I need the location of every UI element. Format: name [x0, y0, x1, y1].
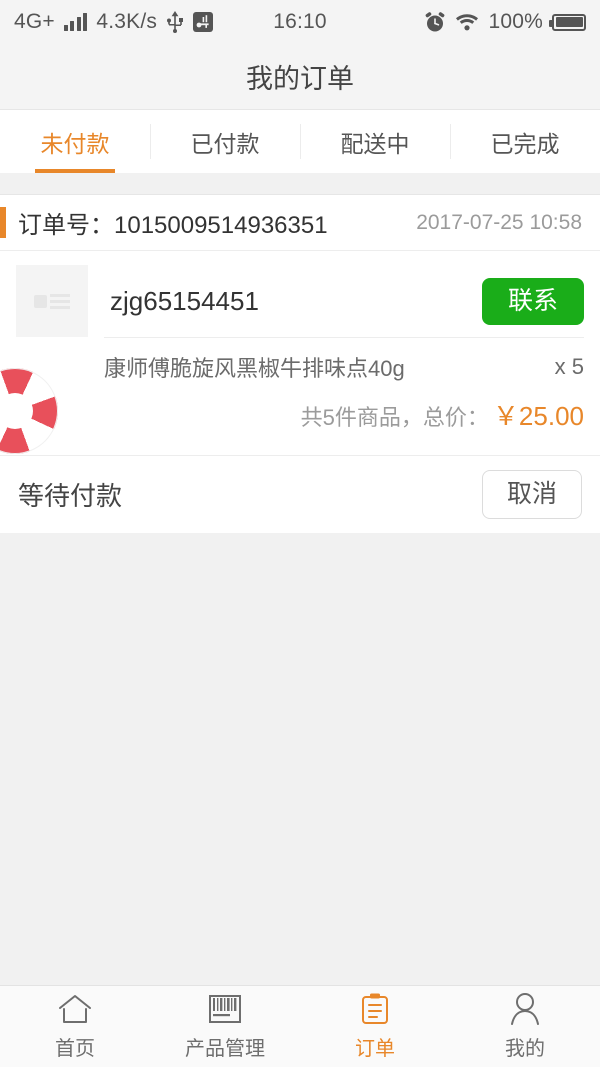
bottom-navigation: 首页 产品管理 订单 我的	[0, 985, 600, 1067]
order-status-row: 等待付款 取消	[0, 455, 600, 533]
page-title: 我的订单	[0, 44, 600, 110]
nav-item-product-management[interactable]: 产品管理	[150, 986, 300, 1067]
lifebuoy-product-image	[0, 368, 58, 454]
order-header-row: 订单号：1015009514936351 2017-07-25 10:58	[0, 195, 600, 251]
usb-icon	[166, 11, 184, 33]
order-number: 订单号：1015009514936351	[18, 212, 328, 239]
contact-button[interactable]: 联系	[481, 277, 584, 325]
vpn-key-icon	[193, 12, 214, 32]
order-date: 2017-07-25 10:58	[416, 210, 582, 234]
seller-name: zjg65154451	[110, 285, 259, 316]
broken-image-placeholder-icon	[16, 265, 88, 337]
product-name: 康师傅脆旋风黑椒牛排味点40g	[104, 356, 405, 381]
wifi-icon	[455, 12, 479, 32]
order-status-text: 等待付款	[18, 481, 123, 511]
order-status-tabs: 未付款 已付款 配送中 已完成	[0, 110, 600, 173]
product-row: 康师傅脆旋风黑椒牛排味点40g x 5	[104, 338, 584, 396]
empty-area	[0, 533, 600, 985]
nav-label-profile: 我的	[505, 1038, 545, 1060]
tabs-content-divider	[0, 173, 600, 195]
cancel-order-button[interactable]: 取消	[481, 470, 582, 519]
order-total-row: 共5件商品，总价： ￥25.00	[104, 396, 584, 455]
tab-unpaid[interactable]: 未付款	[0, 110, 150, 173]
status-bar: 4G+ 4.3K/s 16:10 100%	[0, 0, 600, 44]
nav-item-profile[interactable]: 我的	[450, 986, 600, 1067]
status-bar-left: 4G+ 4.3K/s	[14, 10, 214, 34]
network-speed-label: 4.3K/s	[96, 10, 158, 33]
status-bar-right: 100%	[424, 10, 586, 34]
battery-percent-label: 100%	[488, 10, 543, 33]
nav-label-product-management: 产品管理	[185, 1038, 265, 1060]
battery-full-icon	[549, 13, 586, 31]
nav-item-orders[interactable]: 订单	[300, 986, 450, 1067]
product-section: 康师傅脆旋风黑椒牛排味点40g x 5 共5件商品，总价： ￥25.00	[0, 337, 600, 455]
product-quantity: x 5	[554, 354, 584, 379]
nav-label-orders: 订单	[355, 1038, 395, 1060]
app-screen: 4G+ 4.3K/s 16:10 100% 我的订单 未付款 已付款 配送中 已…	[0, 0, 600, 1067]
order-total-label: 共5件商品，总价：	[300, 405, 489, 430]
alarm-clock-icon	[424, 11, 446, 33]
home-icon	[57, 992, 93, 1026]
order-card[interactable]: 订单号：1015009514936351 2017-07-25 10:58 zj…	[0, 195, 600, 533]
person-icon	[509, 992, 541, 1026]
signal-bars-icon	[63, 13, 88, 31]
tab-paid[interactable]: 已付款	[150, 110, 300, 173]
order-total-price: ￥25.00	[492, 401, 584, 431]
nav-label-home: 首页	[55, 1038, 95, 1060]
tab-shipping[interactable]: 配送中	[300, 110, 450, 173]
barcode-icon	[208, 992, 242, 1026]
network-type-label: 4G+	[14, 10, 55, 33]
tab-completed[interactable]: 已完成	[450, 110, 600, 173]
nav-item-home[interactable]: 首页	[0, 986, 150, 1067]
clipboard-icon	[360, 992, 390, 1026]
seller-row: zjg65154451 联系	[0, 251, 600, 337]
